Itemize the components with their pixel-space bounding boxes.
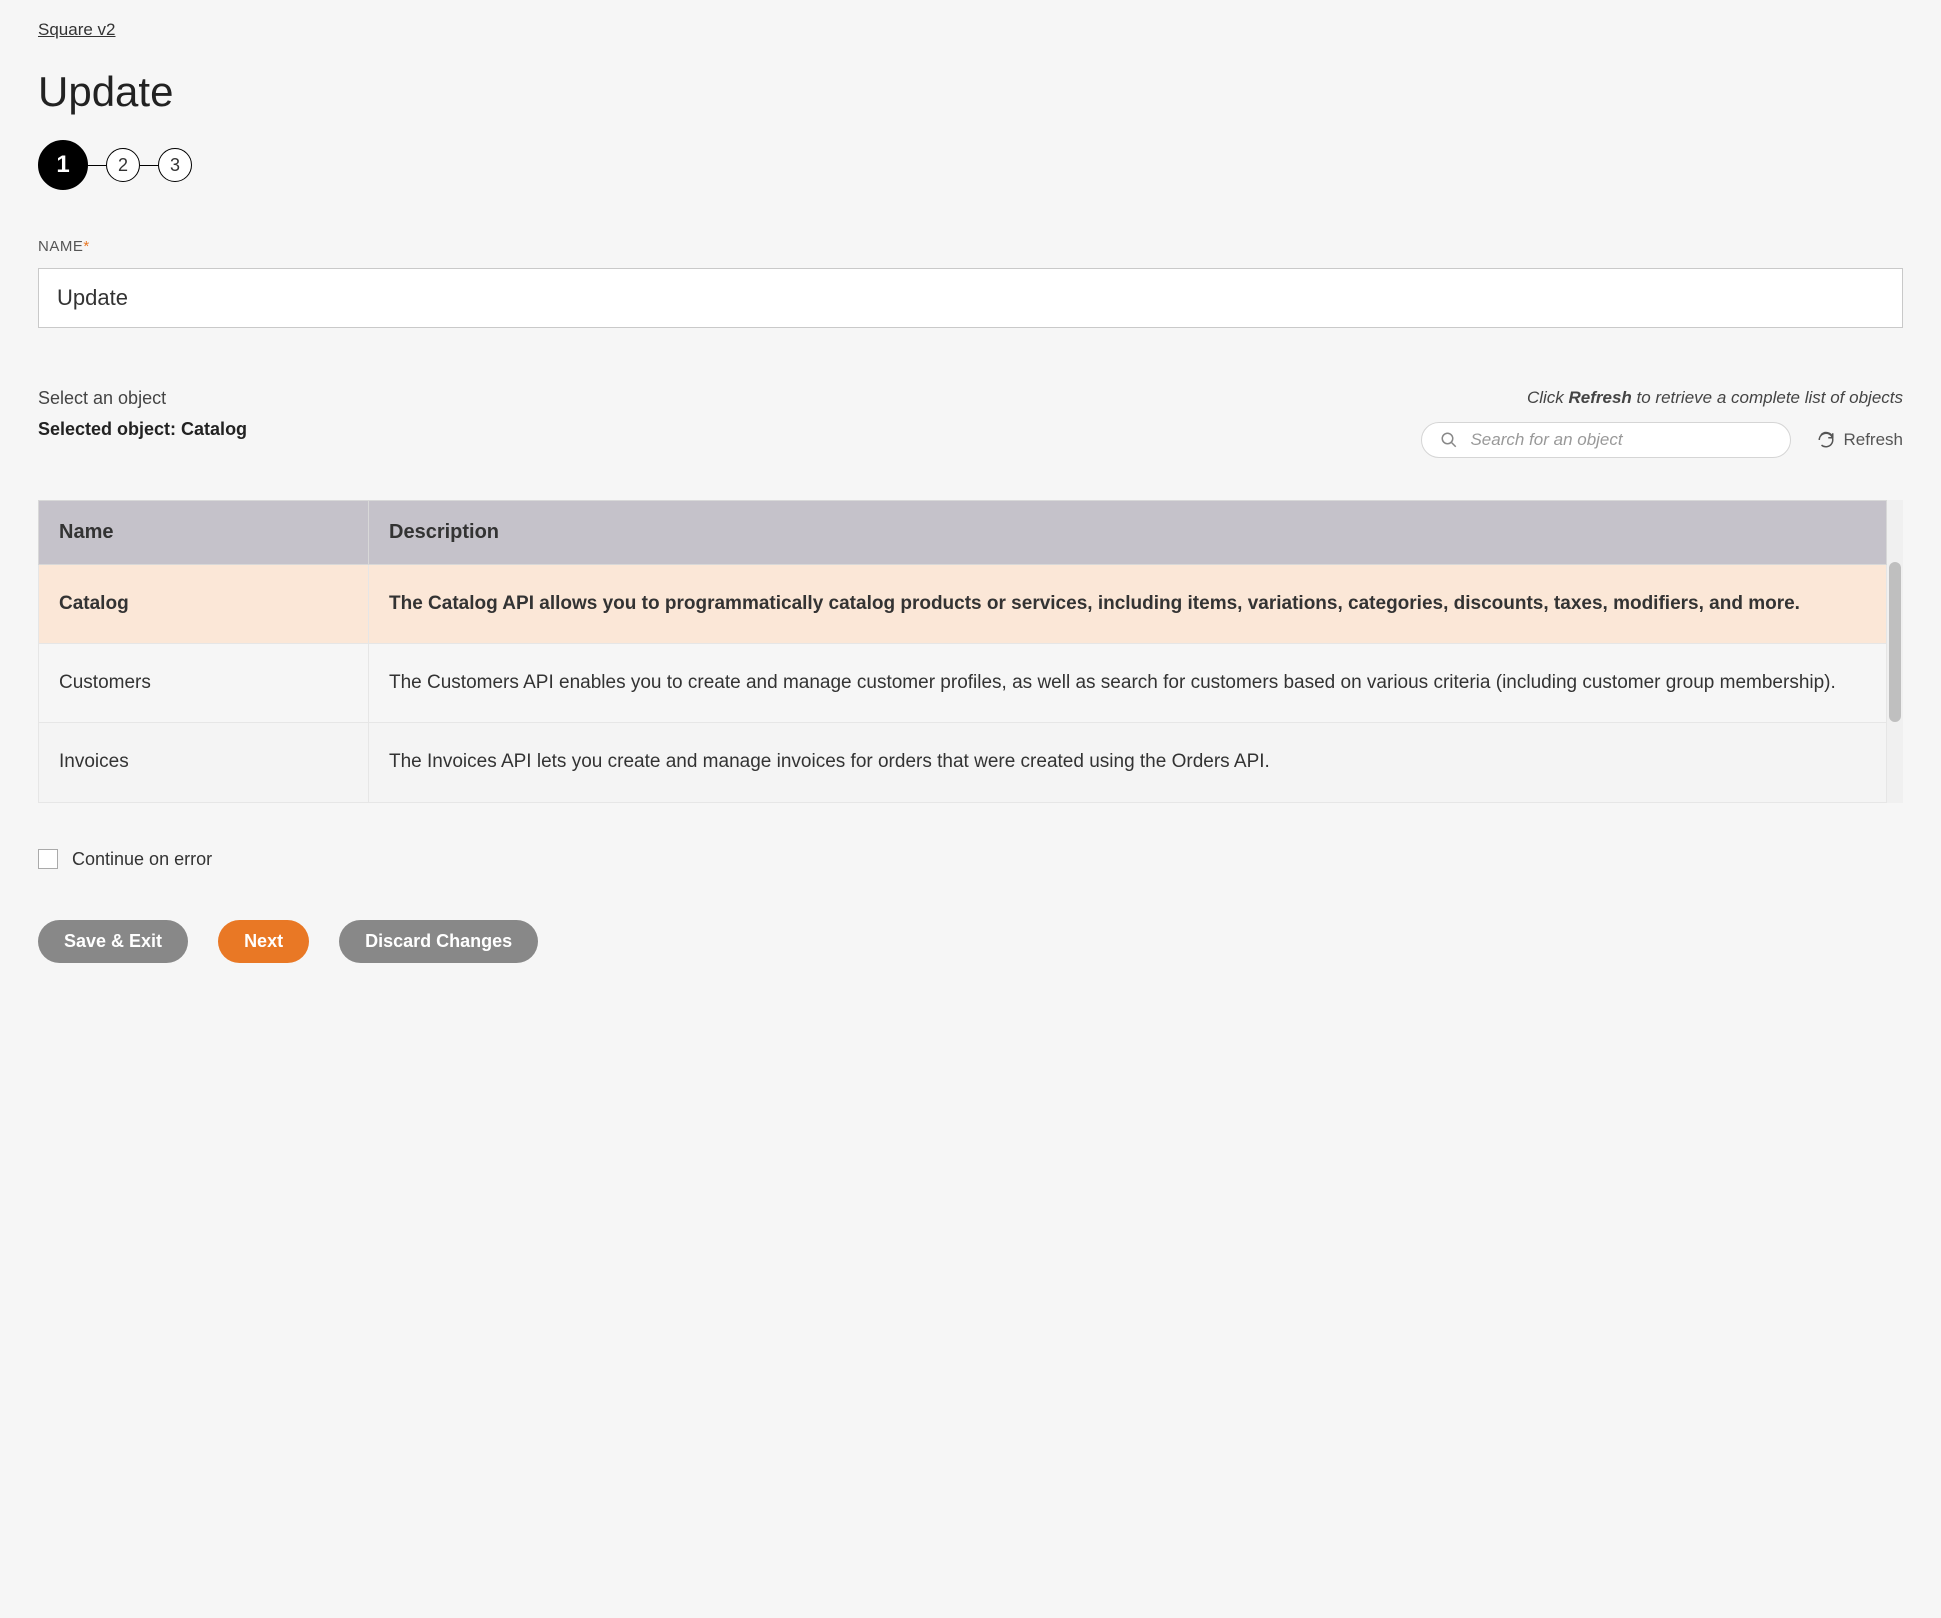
step-3[interactable]: 3 [158, 148, 192, 182]
table-row[interactable]: Catalog The Catalog API allows you to pr… [39, 565, 1887, 644]
selected-object: Selected object: Catalog [38, 419, 247, 440]
cell-name: Catalog [39, 565, 369, 644]
name-input[interactable] [38, 268, 1903, 328]
cell-description: The Invoices API lets you create and man… [369, 723, 1887, 802]
scrollbar-thumb[interactable] [1889, 562, 1901, 722]
step-1[interactable]: 1 [38, 140, 88, 190]
cell-description: The Customers API enables you to create … [369, 644, 1887, 723]
refresh-hint: Click Refresh to retrieve a complete lis… [1421, 388, 1903, 408]
object-table: Name Description Catalog The Catalog API… [38, 500, 1887, 803]
save-exit-button[interactable]: Save & Exit [38, 920, 188, 963]
refresh-icon [1817, 431, 1835, 449]
step-connector [140, 165, 158, 166]
search-box[interactable] [1421, 422, 1791, 458]
refresh-button[interactable]: Refresh [1817, 430, 1903, 450]
search-input[interactable] [1468, 429, 1772, 451]
continue-on-error-label: Continue on error [72, 849, 212, 870]
next-button[interactable]: Next [218, 920, 309, 963]
breadcrumb[interactable]: Square v2 [38, 20, 116, 39]
discard-button[interactable]: Discard Changes [339, 920, 538, 963]
continue-on-error-checkbox[interactable] [38, 849, 58, 869]
col-description-header: Description [369, 501, 1887, 565]
table-scrollbar[interactable] [1887, 500, 1903, 803]
search-icon [1440, 431, 1458, 449]
table-row[interactable]: Customers The Customers API enables you … [39, 644, 1887, 723]
stepper: 1 2 3 [38, 140, 1903, 190]
col-name-header: Name [39, 501, 369, 565]
table-row[interactable]: Invoices The Invoices API lets you creat… [39, 723, 1887, 802]
refresh-label: Refresh [1843, 430, 1903, 450]
step-connector [88, 165, 106, 166]
name-label: NAME* [38, 238, 90, 255]
step-2[interactable]: 2 [106, 148, 140, 182]
cell-description: The Catalog API allows you to programmat… [369, 565, 1887, 644]
cell-name: Customers [39, 644, 369, 723]
page-title: Update [38, 68, 1903, 116]
select-object-hint: Select an object [38, 388, 247, 409]
cell-name: Invoices [39, 723, 369, 802]
